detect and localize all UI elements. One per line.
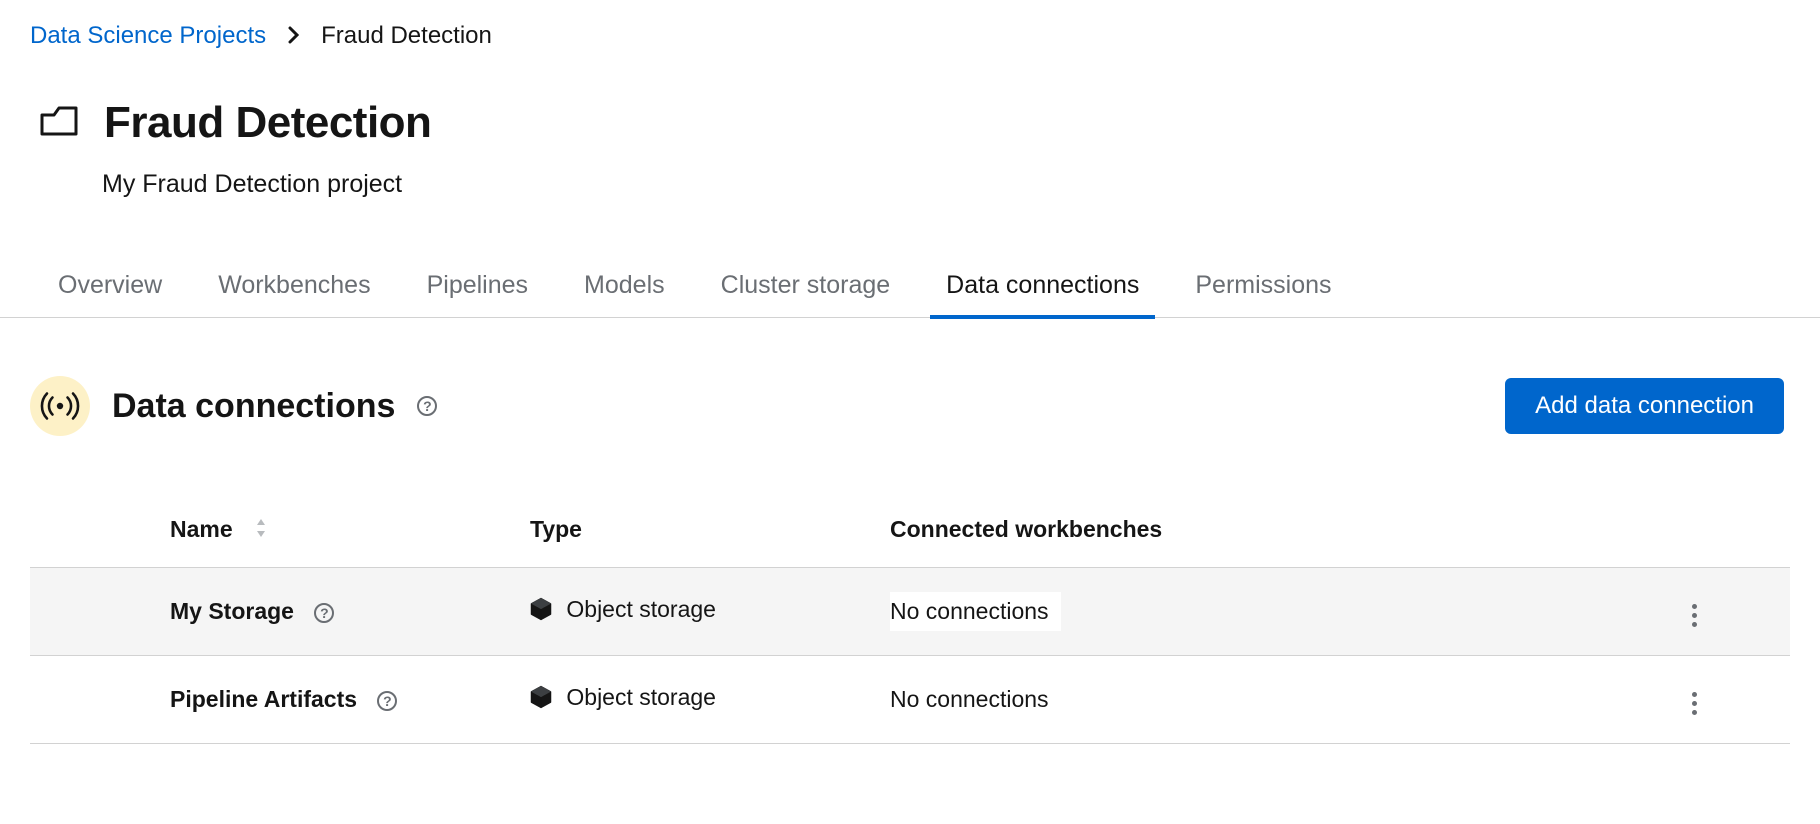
page-title: Fraud Detection	[104, 98, 431, 148]
help-icon[interactable]: ?	[314, 603, 334, 623]
connection-icon	[30, 376, 90, 436]
cube-icon	[530, 600, 558, 626]
connected-workbenches: No connections	[890, 592, 1061, 631]
connection-type: Object storage	[566, 596, 716, 622]
chevron-right-icon	[288, 26, 299, 47]
column-header-type: Type	[530, 498, 890, 568]
column-header-name[interactable]: Name	[30, 498, 530, 568]
cube-icon	[530, 688, 558, 714]
sort-icon[interactable]	[239, 516, 269, 542]
breadcrumb-root-link[interactable]: Data Science Projects	[30, 24, 266, 48]
project-icon	[38, 105, 80, 141]
kebab-menu-button[interactable]	[1680, 596, 1709, 635]
help-icon[interactable]: ?	[417, 396, 437, 416]
tab-workbenches[interactable]: Workbenches	[218, 271, 370, 318]
data-connections-table: Name Type Connected workbenches My Stora…	[30, 498, 1790, 744]
connection-name: My Storage	[170, 598, 294, 624]
connection-name: Pipeline Artifacts	[170, 686, 357, 712]
connection-type: Object storage	[566, 684, 716, 710]
column-header-name-label: Name	[170, 516, 233, 542]
tab-permissions[interactable]: Permissions	[1195, 271, 1331, 318]
tab-models[interactable]: Models	[584, 271, 665, 318]
tab-overview[interactable]: Overview	[58, 271, 162, 318]
table-row[interactable]: My Storage ? Object storage No connectio…	[30, 568, 1790, 656]
section-title-group: Data connections ?	[30, 376, 437, 436]
section-header: Data connections ? Add data connection	[30, 376, 1790, 436]
section-title: Data connections	[112, 387, 395, 426]
breadcrumb: Data Science Projects Fraud Detection	[30, 18, 1790, 62]
tab-pipelines[interactable]: Pipelines	[427, 271, 528, 318]
help-icon[interactable]: ?	[377, 691, 397, 711]
page-description: My Fraud Detection project	[30, 170, 1790, 199]
column-header-connected: Connected workbenches	[890, 498, 1680, 568]
tab-data-connections[interactable]: Data connections	[946, 271, 1139, 318]
add-data-connection-button[interactable]: Add data connection	[1505, 378, 1784, 434]
tab-cluster-storage[interactable]: Cluster storage	[721, 271, 891, 318]
breadcrumb-current: Fraud Detection	[321, 24, 492, 48]
connected-workbenches: No connections	[890, 686, 1049, 712]
kebab-menu-button[interactable]	[1680, 684, 1709, 723]
page-title-row: Fraud Detection	[30, 98, 1790, 148]
table-row[interactable]: Pipeline Artifacts ? Object storage No c…	[30, 656, 1790, 744]
tabs: Overview Workbenches Pipelines Models Cl…	[30, 271, 1790, 318]
